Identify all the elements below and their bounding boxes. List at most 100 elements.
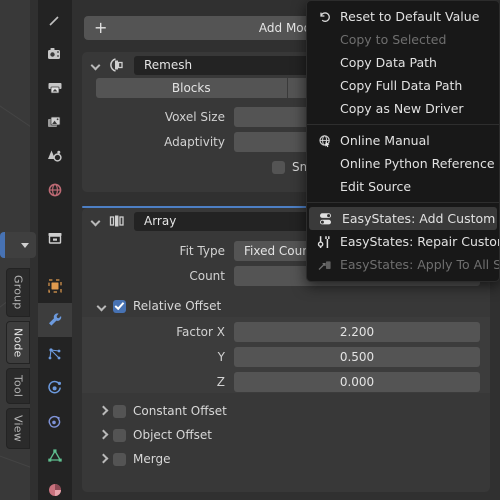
- menu-item-online-manual[interactable]: Online Manual: [307, 129, 499, 152]
- images-icon: [48, 116, 61, 127]
- npanel-tab-label: Tool: [11, 375, 25, 398]
- menu-item-copy-data-path[interactable]: Copy Data Path: [307, 51, 499, 74]
- remesh-mode-blocks[interactable]: Blocks: [96, 78, 288, 98]
- merge-checkbox[interactable]: [113, 452, 126, 466]
- context-menu: Reset to Default Value Copy to Selected …: [306, 0, 500, 282]
- physics-orbit-icon: [48, 380, 61, 394]
- chevron-down-icon: [21, 242, 29, 248]
- menu-item-copy-to-selected: Copy to Selected: [307, 28, 499, 51]
- material-sphere-icon: [49, 484, 61, 496]
- constant-offset-checkbox[interactable]: [113, 404, 126, 418]
- properties-tab-output[interactable]: [38, 71, 72, 105]
- merge-label: Merge: [133, 452, 171, 466]
- properties-tab-data[interactable]: [38, 439, 72, 473]
- menu-item-copy-as-new-driver[interactable]: Copy as New Driver: [307, 97, 499, 120]
- npanel-tab-node[interactable]: Node: [6, 320, 30, 365]
- merge-header[interactable]: Merge: [82, 447, 490, 471]
- menu-item-label: EasyStates: Apply To All Selected: [340, 257, 499, 272]
- plus-icon: +: [94, 18, 108, 37]
- relative-offset-header[interactable]: Relative Offset: [82, 295, 490, 317]
- menu-item-label: Reset to Default Value: [340, 9, 480, 24]
- menu-item-label: Copy Data Path: [340, 55, 437, 70]
- npanel-tab-group[interactable]: Group: [6, 268, 30, 317]
- menu-item-label: Copy as New Driver: [340, 101, 464, 116]
- npanel-tab-label: Node: [11, 327, 25, 358]
- smooth-shading-checkbox[interactable]: [272, 160, 285, 174]
- box-icon: [48, 233, 62, 244]
- properties-tab-collection[interactable]: [38, 221, 72, 255]
- factor-x-label: Factor X: [176, 325, 225, 339]
- properties-tab-world[interactable]: [38, 173, 72, 207]
- factor-x-row: Factor X 2.200: [82, 321, 490, 343]
- printer-icon: [48, 83, 62, 94]
- npanel-tab-label: Group: [11, 275, 25, 310]
- viewport-shading-dropdown[interactable]: [0, 232, 36, 258]
- menu-item-edit-source[interactable]: Edit Source: [307, 175, 499, 198]
- tool-icon: [49, 16, 59, 26]
- particles-icon: [48, 348, 61, 360]
- menu-item-copy-full-data-path[interactable]: Copy Full Data Path: [307, 74, 499, 97]
- apply-icon: [315, 257, 334, 273]
- camera-back-icon: [48, 48, 60, 59]
- factor-y-input[interactable]: 0.500: [234, 347, 480, 367]
- menu-item-label: Edit Source: [340, 179, 412, 194]
- expand-chevron-icon[interactable]: [98, 430, 108, 440]
- npanel-tab-strip: Group Node Tool View: [6, 268, 32, 500]
- menu-item-label: Copy to Selected: [340, 32, 447, 47]
- expand-chevron-icon[interactable]: [98, 406, 108, 416]
- properties-tab-constraints[interactable]: [38, 405, 72, 439]
- expand-chevron-icon[interactable]: [90, 214, 104, 228]
- array-icon: [109, 215, 124, 227]
- expand-chevron-icon[interactable]: [98, 301, 108, 311]
- properties-tab-object[interactable]: [38, 269, 72, 303]
- expand-chevron-icon[interactable]: [98, 454, 108, 464]
- toggles-icon: [317, 211, 336, 227]
- menu-item-label: EasyStates: Repair Custom States: [340, 234, 499, 249]
- factor-z-label: Z: [216, 375, 225, 389]
- properties-tab-column: [38, 0, 72, 500]
- properties-tab-tool[interactable]: [38, 3, 72, 37]
- fit-type-label: Fit Type: [179, 244, 225, 258]
- menu-item-reset-to-default[interactable]: Reset to Default Value: [307, 5, 499, 28]
- object-offset-label: Object Offset: [133, 428, 212, 442]
- relative-offset-label: Relative Offset: [133, 299, 222, 313]
- adaptivity-label: Adaptivity: [164, 135, 225, 149]
- wrench-icon: [49, 313, 62, 326]
- menu-separator: [307, 202, 499, 203]
- constraint-icon: [48, 415, 61, 428]
- tools-icon: [315, 234, 334, 250]
- constant-offset-header[interactable]: Constant Offset: [82, 399, 490, 423]
- factor-z-input[interactable]: 0.000: [234, 372, 480, 392]
- mesh-data-icon: [48, 449, 62, 462]
- factor-y-label: Y: [217, 350, 225, 364]
- properties-tab-render[interactable]: [38, 37, 72, 71]
- object-offset-checkbox[interactable]: [113, 428, 126, 442]
- menu-separator: [307, 124, 499, 125]
- menu-item-label: Copy Full Data Path: [340, 78, 463, 93]
- menu-item-online-python-reference[interactable]: Online Python Reference: [307, 152, 499, 175]
- menu-item-label: Online Python Reference: [340, 156, 495, 171]
- wireframe-line: [0, 92, 30, 144]
- object-offset-header[interactable]: Object Offset: [82, 423, 490, 447]
- properties-tab-scene[interactable]: [38, 139, 72, 173]
- count-label: Count: [189, 269, 225, 283]
- remesh-icon: [110, 58, 123, 72]
- properties-tab-particles[interactable]: [38, 337, 72, 371]
- properties-tab-physics[interactable]: [38, 371, 72, 405]
- menu-item-easystates-repair-custom-states[interactable]: EasyStates: Repair Custom States: [307, 230, 499, 253]
- properties-tab-material[interactable]: [38, 473, 72, 500]
- expand-chevron-icon[interactable]: [90, 58, 104, 72]
- menu-item-easystates-apply-to-all-selected: EasyStates: Apply To All Selected: [307, 253, 499, 276]
- relative-offset-checkbox[interactable]: [113, 299, 126, 313]
- constant-offset-label: Constant Offset: [133, 404, 227, 418]
- properties-tab-modifier[interactable]: [38, 303, 72, 337]
- properties-tab-viewlayer[interactable]: [38, 105, 72, 139]
- npanel-tab-view[interactable]: View: [6, 408, 30, 450]
- globe-cursor-icon: [315, 133, 334, 149]
- factor-x-input[interactable]: 2.200: [234, 322, 480, 342]
- npanel-tab-tool[interactable]: Tool: [6, 368, 30, 405]
- menu-item-easystates-add-custom-state[interactable]: EasyStates: Add Custom State: [309, 207, 499, 230]
- blender-window: Group Node Tool View + Add Modifier Reme…: [0, 0, 500, 500]
- menu-item-label: Online Manual: [340, 133, 430, 148]
- globe-icon: [48, 183, 62, 197]
